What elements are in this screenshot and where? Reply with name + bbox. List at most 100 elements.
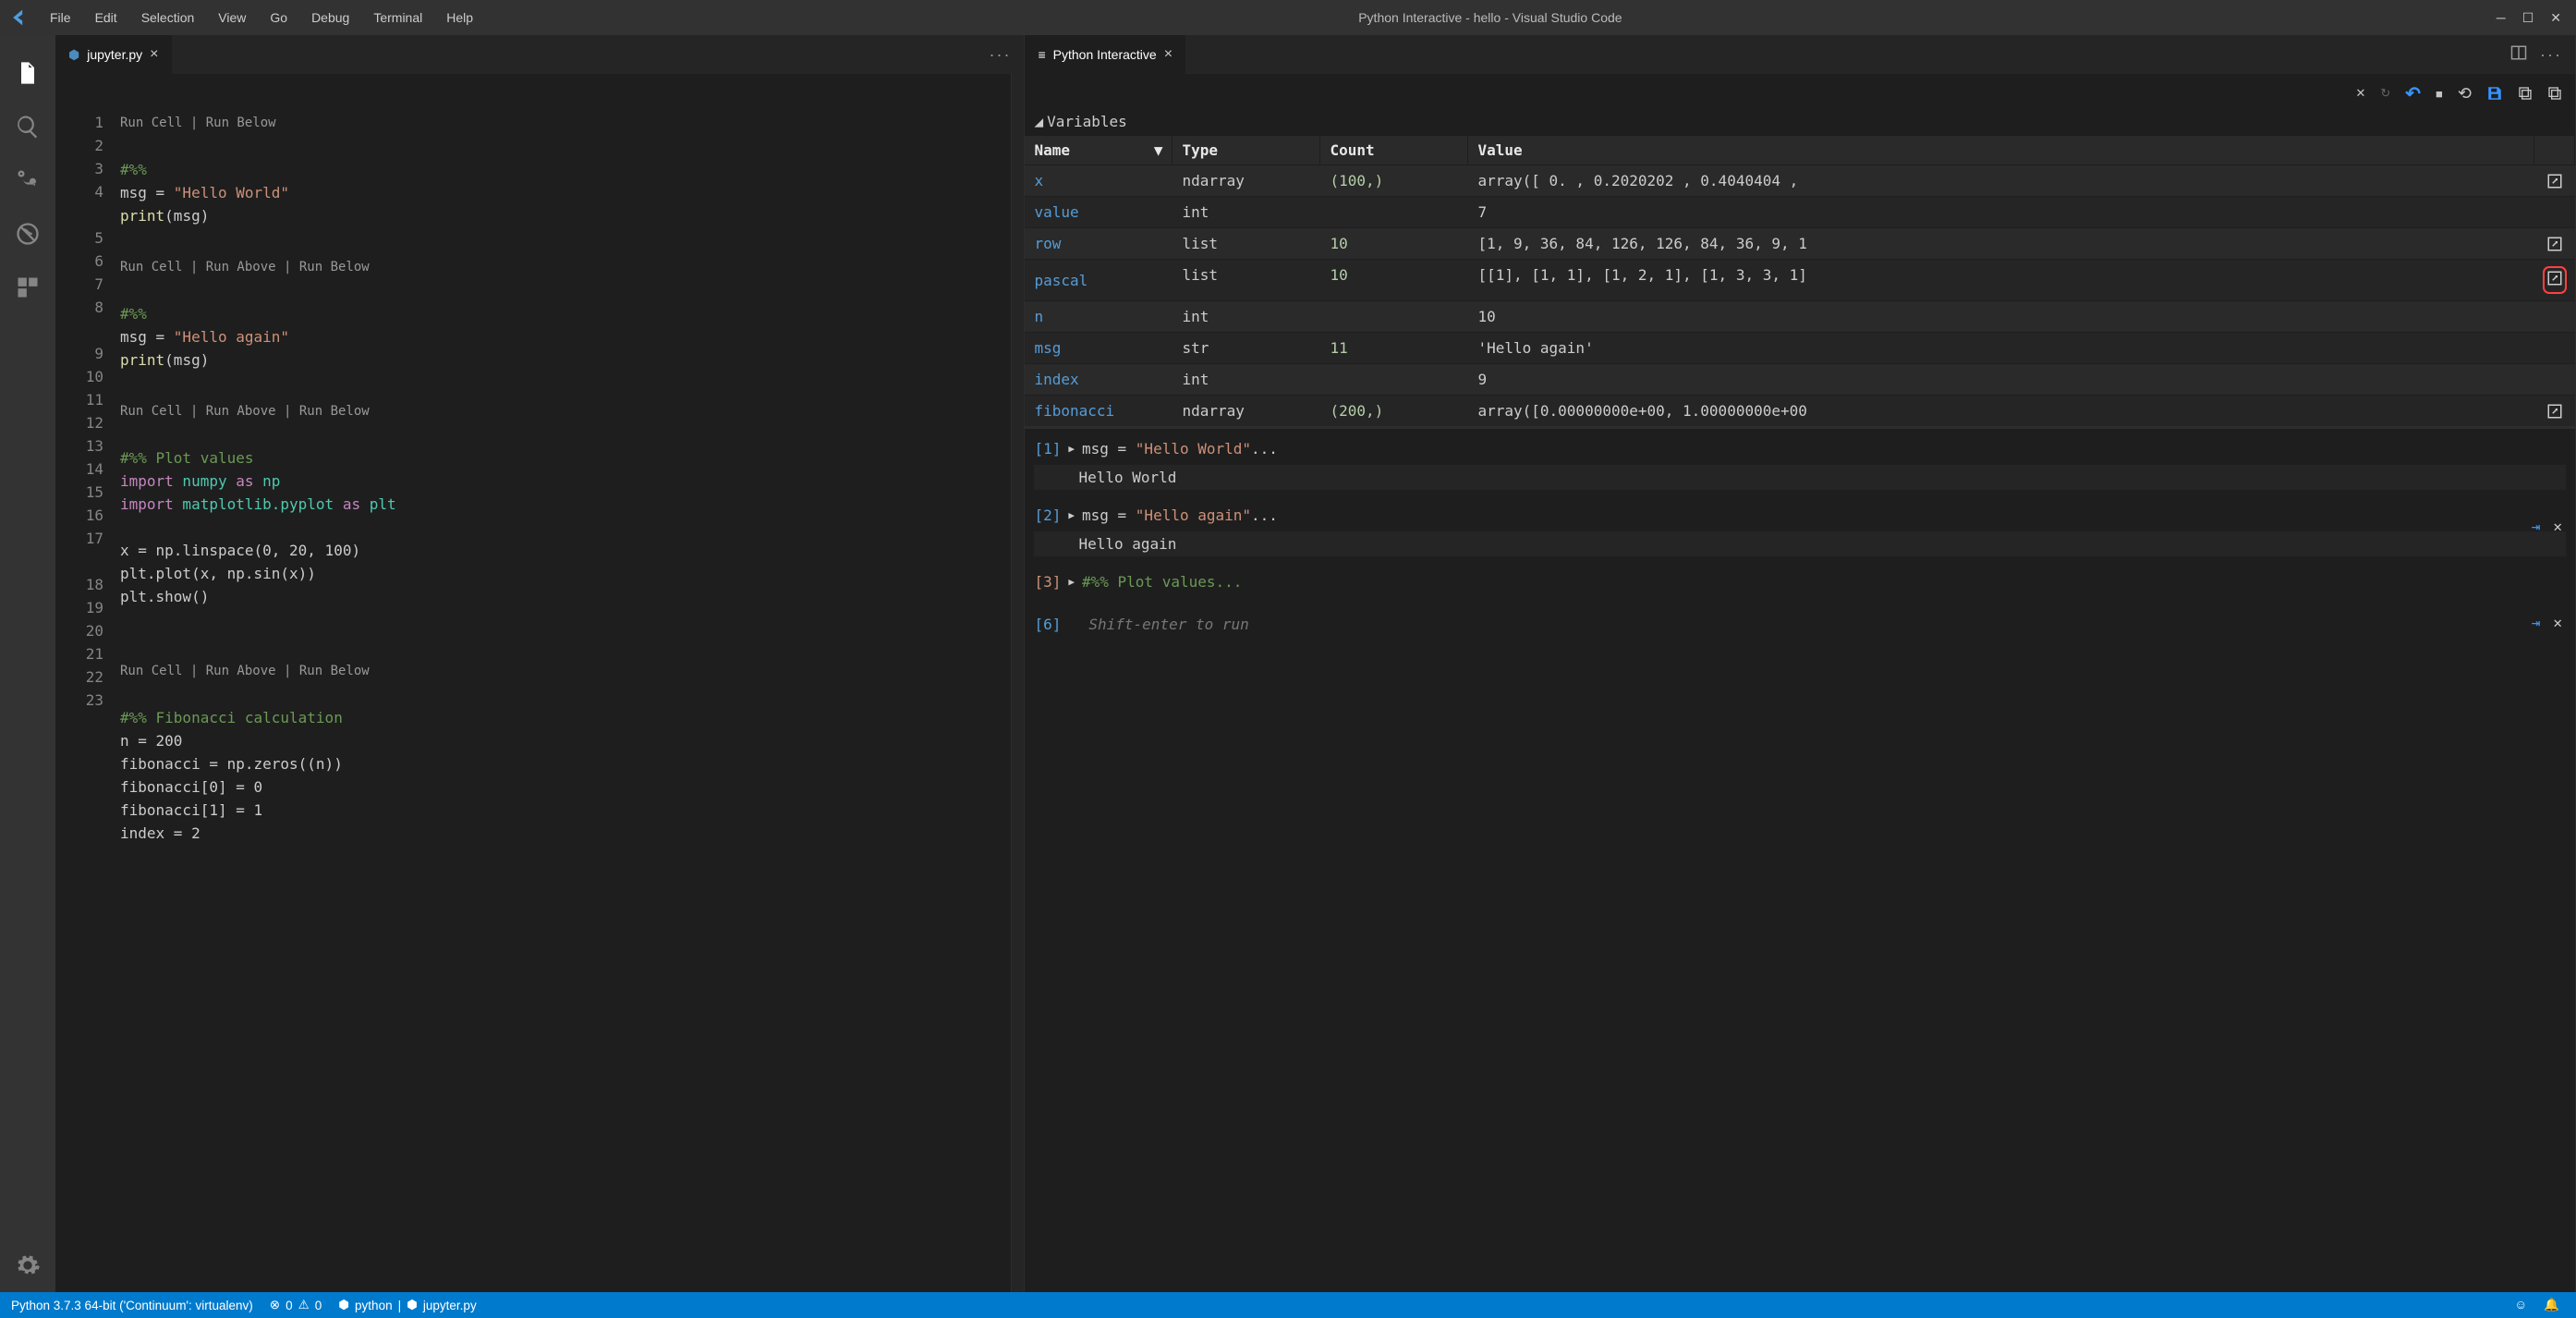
extensions-icon[interactable] [0,261,55,314]
redo-icon[interactable]: ↻ [2380,86,2390,101]
col-count[interactable]: Count [1320,136,1468,165]
more-actions-icon[interactable]: ··· [2540,45,2562,65]
tab-label: Python Interactive [1053,47,1157,62]
debug-icon[interactable] [0,207,55,261]
var-type: list [1173,232,1320,255]
titlebar: File Edit Selection View Go Debug Termin… [0,0,2576,35]
python-file-icon: ⬢ [68,47,79,63]
menu-terminal[interactable]: Terminal [362,6,433,29]
menu-view[interactable]: View [207,6,257,29]
jupyter-icon: ⬢ [407,1298,418,1312]
feedback-smiley-icon[interactable]: ☺ [2514,1298,2527,1312]
minimize-icon[interactable]: ─ [2497,10,2506,26]
notifications-bell-icon[interactable]: 🔔 [2544,1298,2559,1312]
variable-row[interactable]: msgstr11'Hello again' [1025,332,2575,363]
tab-close-icon[interactable]: × [150,46,158,63]
var-value: [1, 9, 36, 84, 126, 126, 84, 36, 9, 1 [1468,232,2534,255]
variable-row[interactable]: valueint7 [1025,196,2575,227]
show-variable-icon [2534,368,2575,391]
variable-row[interactable]: nint 10 [1025,300,2575,332]
minimap[interactable] [1011,74,1024,1292]
console-cell[interactable]: [3] ▶ #%% Plot values... [1034,573,2566,591]
menu-selection[interactable]: Selection [130,6,206,29]
save-icon[interactable] [2486,85,2503,102]
menu-edit[interactable]: Edit [84,6,128,29]
cancel-icon[interactable]: ✕ [2355,86,2365,101]
undo-icon[interactable]: ↶ [2405,82,2421,105]
maximize-icon[interactable]: ☐ [2522,10,2534,26]
delete-cell-icon[interactable]: ✕ [2553,518,2562,535]
export-icon[interactable] [2518,86,2533,101]
list-icon: ≡ [1038,47,1045,62]
console-input[interactable]: [6] Shift-enter to run [1034,616,2566,633]
show-variable-icon [2534,336,2575,360]
var-name: msg [1025,336,1173,360]
restart-icon[interactable]: ⟲ [2458,84,2472,104]
interactive-toolbar: ✕ ↻ ↶ ■ ⟲ [1025,79,2575,107]
close-icon[interactable]: ✕ [2550,10,2561,26]
col-value[interactable]: Value [1468,136,2534,165]
variable-row[interactable]: pascallist10[[1], [1, 1], [1, 2, 1], [1,… [1025,259,2575,300]
split-editor-icon[interactable] [2510,44,2527,66]
variable-row[interactable]: rowlist10[1, 9, 36, 84, 126, 126, 84, 36… [1025,227,2575,259]
tab-jupyter-py[interactable]: ⬢ jupyter.py × [55,35,172,74]
variable-row[interactable]: fibonaccindarray(200,)array([0.00000000e… [1025,395,2575,426]
expand-caret-icon[interactable]: ▶ [1068,509,1075,521]
var-value: array([ 0. , 0.2020202 , 0.4040404 , [1468,169,2534,192]
goto-code-icon[interactable]: ⇥ [2532,614,2541,631]
var-value: array([0.00000000e+00, 1.00000000e+00 [1468,399,2534,422]
var-value: 10 [1468,305,2534,328]
variables-title: Variables [1047,113,1127,130]
show-variable-icon[interactable] [2534,232,2575,255]
status-python-interpreter[interactable]: Python 3.7.3 64-bit ('Continuum': virtua… [11,1299,253,1312]
col-type[interactable]: Type [1173,136,1320,165]
menu-debug[interactable]: Debug [300,6,360,29]
col-name[interactable]: Name▼ [1025,136,1173,165]
interrupt-icon[interactable]: ■ [2436,87,2443,101]
code-editor[interactable]: Run Cell | Run Below #%% msg = "Hello Wo… [120,74,1011,1292]
status-language[interactable]: ⬢python | ⬢jupyter.py [338,1298,476,1312]
expand-caret-icon[interactable]: ▶ [1068,576,1075,588]
cell-prompt: [6] [1034,616,1061,633]
var-value: 7 [1468,201,2534,224]
var-value: 9 [1468,368,2534,391]
variable-row[interactable]: indexint9 [1025,363,2575,395]
variable-row[interactable]: xndarray(100,)array([ 0. , 0.2020202 , 0… [1025,165,2575,196]
cell-prompt: [1] [1034,440,1061,458]
menu-help[interactable]: Help [435,6,484,29]
var-type: int [1173,305,1320,328]
console-cell[interactable]: [1] ▶ msg = "Hello World"... [1034,440,2566,458]
tab-python-interactive[interactable]: ≡ Python Interactive × [1025,35,1185,74]
search-icon[interactable] [0,100,55,153]
var-count [1320,368,1468,391]
menu-file[interactable]: File [39,6,82,29]
input-placeholder: Shift-enter to run [1088,616,1248,633]
var-name: n [1025,305,1173,328]
var-value: [[1], [1, 1], [1, 2, 1], [1, 3, 3, 1] [1468,263,2534,297]
delete-cell-icon[interactable]: ✕ [2553,614,2562,631]
show-variable-icon[interactable] [2534,399,2575,422]
codelens-run-cell[interactable]: Run Cell | Run Above | Run Below [120,660,1011,683]
status-problems[interactable]: ⊗0 ⚠0 [270,1298,322,1312]
tab-close-icon[interactable]: × [1164,46,1173,63]
console-cell[interactable]: [2] ▶ msg = "Hello again"... [1034,506,2566,524]
line-gutter: 1234567891011121314151617181920212223 [55,74,120,1292]
cell-prompt: [3] [1034,573,1061,591]
codelens-run-cell[interactable]: Run Cell | Run Below [120,112,1011,135]
tab-overflow-icon[interactable]: ··· [976,35,1024,74]
codelens-run-cell[interactable]: Run Cell | Run Above | Run Below [120,256,1011,279]
show-variable-icon[interactable] [2534,263,2575,297]
expand-icon[interactable] [2547,86,2562,101]
show-variable-icon[interactable] [2534,169,2575,192]
settings-gear-icon[interactable] [0,1239,55,1292]
codelens-run-cell[interactable]: Run Cell | Run Above | Run Below [120,400,1011,423]
goto-code-icon[interactable]: ⇥ [2532,518,2541,535]
tab-label: jupyter.py [87,47,142,62]
source-control-icon[interactable] [0,153,55,207]
expand-caret-icon[interactable]: ▶ [1068,443,1075,455]
variables-header-row: Name▼ Type Count Value [1025,136,2575,165]
var-value: 'Hello again' [1468,336,2534,360]
menu-go[interactable]: Go [259,6,298,29]
variables-header[interactable]: ◢ Variables [1025,107,2575,136]
explorer-icon[interactable] [0,46,55,100]
